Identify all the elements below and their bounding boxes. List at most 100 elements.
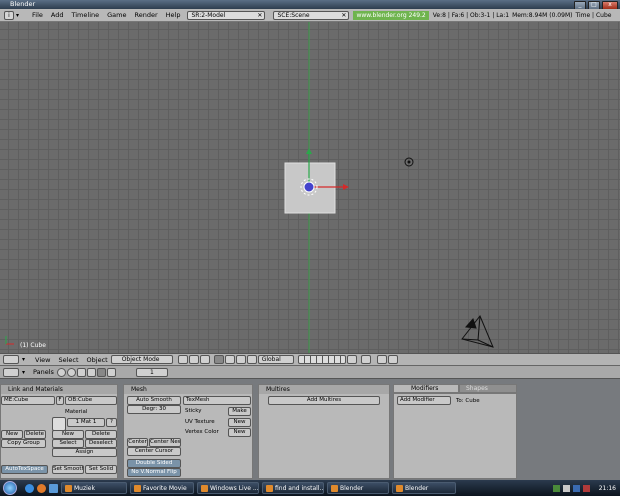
start-button-icon[interactable] — [3, 481, 17, 495]
menu-file[interactable]: File — [28, 11, 47, 19]
info-window-type-icon[interactable]: i — [4, 10, 14, 20]
fake-user-toggle[interactable]: F — [56, 396, 64, 405]
center-cursor-button[interactable]: Center Cursor — [127, 447, 181, 456]
add-modifier-button[interactable]: Add Modifier — [397, 396, 451, 405]
menu-render[interactable]: Render — [130, 11, 161, 19]
copy-group-button[interactable]: Copy Group — [1, 439, 46, 448]
vertex-color-new-button[interactable]: New — [228, 428, 251, 437]
axis-widget — [5, 336, 14, 345]
logic-context-icon[interactable] — [56, 367, 66, 377]
main-menu-bar: i ▾ File Add Timeline Game Render Help S… — [0, 9, 620, 22]
taskbar-item-windows-live[interactable]: Windows Live ... — [197, 482, 259, 494]
panels-menu[interactable]: Panels — [33, 368, 54, 376]
menu-view[interactable]: View — [35, 356, 50, 364]
orientation-selector[interactable]: Global — [257, 355, 294, 364]
center-new-button[interactable]: Center New — [149, 438, 181, 447]
blender-url[interactable]: www.blender.org 249.2 — [353, 10, 429, 20]
frame-field[interactable]: 1 — [135, 367, 168, 377]
modifiers-panel-body: Add Modifier To: Cube — [393, 393, 517, 479]
shading-icon[interactable] — [177, 355, 188, 364]
taskbar-item-muziek[interactable]: Muziek — [61, 482, 127, 494]
center-button[interactable]: Center — [127, 438, 148, 447]
modifiers-panel: Modifiers Shapes Add Modifier To: Cube — [393, 384, 517, 479]
collapse-icon[interactable]: ▾ — [16, 12, 28, 19]
material-assign-button[interactable]: Assign — [52, 448, 117, 457]
mesh-name-field[interactable]: ME:Cube — [1, 396, 55, 405]
translate-icon[interactable] — [224, 355, 235, 364]
menu-timeline[interactable]: Timeline — [67, 11, 103, 19]
close-icon[interactable]: ✕ — [341, 12, 346, 20]
taskbar-item-find-install[interactable]: find and install... — [262, 482, 324, 494]
3d-viewport[interactable]: (1) Cube — [0, 22, 620, 353]
camera — [461, 315, 494, 348]
vertex-group-delete-button[interactable]: Delete — [24, 430, 46, 439]
active-object-info: Time | Cube — [575, 11, 612, 19]
material-color-swatch[interactable] — [52, 417, 66, 431]
material-new-button[interactable]: New — [52, 430, 84, 439]
render-icon[interactable] — [376, 355, 387, 364]
tray-app-icon[interactable] — [572, 484, 580, 492]
auto-smooth-toggle[interactable]: Auto Smooth — [127, 396, 181, 405]
menu-object[interactable]: Object — [87, 356, 108, 364]
taskbar-item-blender-2[interactable]: Blender — [392, 482, 456, 494]
taskbar-item-blender-1[interactable]: Blender — [327, 482, 389, 494]
material-select-button[interactable]: Select — [52, 439, 84, 448]
collapse-icon[interactable]: ▾ — [22, 369, 25, 376]
editing-context-icon[interactable] — [96, 367, 106, 377]
texmesh-field[interactable]: TexMesh — [183, 396, 251, 405]
tab-modifiers[interactable]: Modifiers — [393, 384, 459, 393]
mode-label: Object Mode — [121, 356, 160, 363]
material-help-button[interactable]: ? — [106, 418, 117, 427]
clock[interactable]: 21:16 — [599, 485, 616, 492]
snap-icon[interactable] — [360, 355, 371, 364]
script-context-icon[interactable] — [66, 367, 76, 377]
scene-name: SCE:Scene — [277, 11, 310, 19]
collapse-icon[interactable]: ▾ — [22, 356, 25, 363]
tray-app-icon[interactable] — [582, 484, 590, 492]
window-title-bar: Blender _ □ x — [0, 0, 620, 10]
taskbar-item-favorite-movie[interactable]: Favorite Movie — [130, 482, 194, 494]
double-sided-toggle[interactable]: Double Sided — [127, 459, 181, 468]
lock-icon[interactable] — [346, 355, 357, 364]
object-name-field[interactable]: OB:Cube — [65, 396, 117, 405]
tab-shapes[interactable]: Shapes — [459, 384, 517, 393]
material-deselect-button[interactable]: Deselect — [85, 439, 117, 448]
window-type-icon[interactable] — [3, 367, 19, 377]
render-anim-icon[interactable] — [387, 355, 398, 364]
autotexspace-toggle[interactable]: AutoTexSpace — [1, 465, 48, 474]
no-v-normal-flip-toggle[interactable]: No V.Normal Flip — [127, 468, 181, 477]
shading-context-icon[interactable] — [76, 367, 86, 377]
set-smooth-button[interactable]: Set Smooth — [52, 465, 84, 474]
menu-game[interactable]: Game — [103, 11, 130, 19]
desktop-quicklaunch-icon[interactable] — [49, 483, 58, 493]
layer-buttons[interactable] — [297, 355, 346, 364]
close-icon[interactable]: ✕ — [257, 12, 262, 20]
add-multires-button[interactable]: Add Multires — [268, 396, 380, 405]
layer-lock-icon[interactable] — [199, 355, 210, 364]
panel-title: Multires — [259, 385, 389, 394]
menu-add[interactable]: Add — [47, 11, 68, 19]
object-context-icon[interactable] — [86, 367, 96, 377]
menu-help[interactable]: Help — [162, 11, 185, 19]
rotate-icon[interactable] — [235, 355, 246, 364]
material-index-field[interactable]: 1 Mat 1 — [67, 418, 105, 427]
screen-select-field[interactable]: SR:2-Model ✕ — [187, 10, 266, 20]
vertex-group-new-button[interactable]: New — [1, 430, 23, 439]
set-solid-button[interactable]: Set Solid — [85, 465, 117, 474]
volume-icon[interactable] — [562, 484, 570, 492]
sticky-make-button[interactable]: Make — [228, 407, 251, 416]
manipulator-icon[interactable] — [213, 355, 224, 364]
uv-texture-new-button[interactable]: New — [228, 418, 251, 427]
material-delete-button[interactable]: Delete — [85, 430, 117, 439]
mode-selector[interactable]: Object Mode — [110, 355, 173, 364]
window-type-icon[interactable] — [3, 355, 19, 364]
ie-quicklaunch-icon[interactable] — [25, 483, 34, 493]
firefox-quicklaunch-icon[interactable] — [37, 483, 46, 493]
scene-context-icon[interactable] — [106, 367, 116, 377]
degr-field[interactable]: Degr: 30 — [127, 405, 181, 414]
network-icon[interactable] — [552, 484, 560, 492]
scene-select-field[interactable]: SCE:Scene ✕ — [273, 10, 350, 20]
menu-select[interactable]: Select — [58, 356, 78, 364]
pivot-icon[interactable] — [188, 355, 199, 364]
scale-icon[interactable] — [246, 355, 257, 364]
